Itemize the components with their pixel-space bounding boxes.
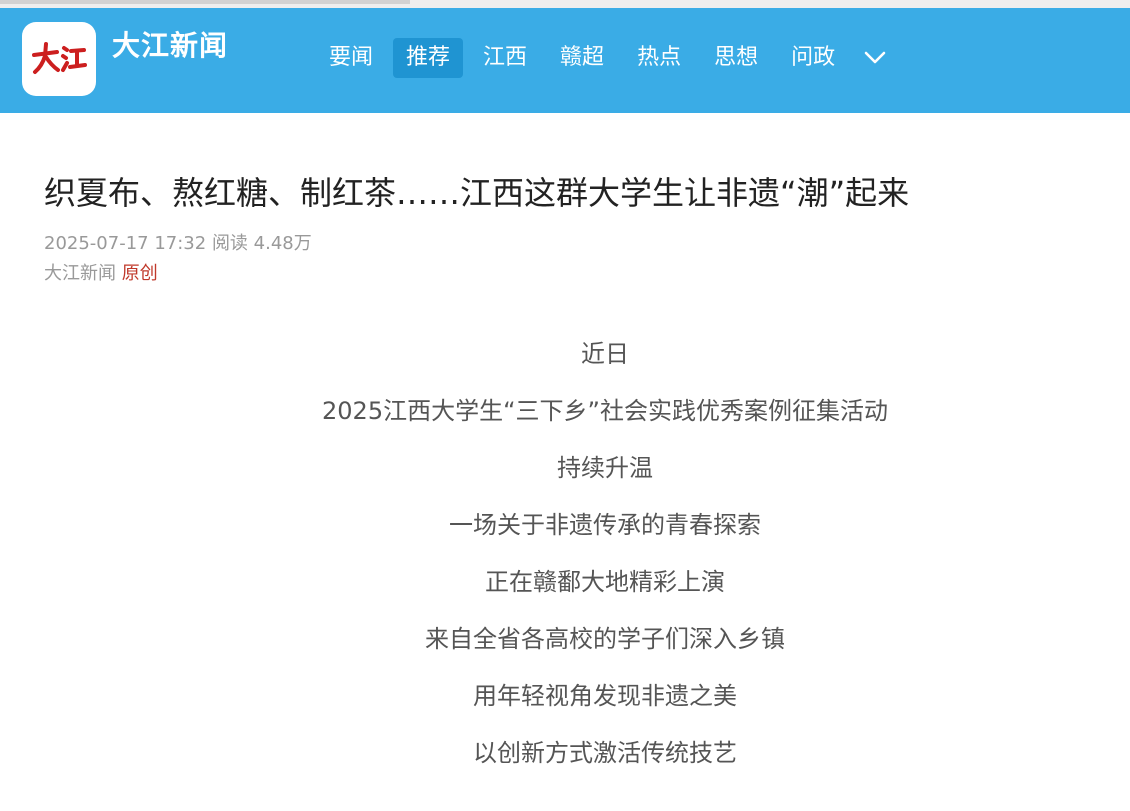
article-datetime-row: 2025-07-17 17:32 阅读 4.48万 [44, 229, 1084, 259]
article-paragraph: 持续升温 [557, 454, 653, 482]
article-paragraph: 来自全省各高校的学子们深入乡镇 [425, 625, 785, 653]
nav-tab-sixiang[interactable]: 思想 [701, 38, 771, 78]
article-header: 织夏布、熬红糖、制红茶……江西这群大学生让非遗“潮”起来 2025-07-17 … [44, 113, 1084, 289]
article-paragraph: 以创新方式激活传统技艺 [473, 739, 737, 767]
browser-top-strip [0, 0, 1130, 8]
article-source-row: 大江新闻 原创 [44, 259, 1084, 289]
read-label: 阅读 [211, 233, 248, 254]
scroll-indicator [0, 0, 410, 4]
article-paragraph: 近日 [581, 340, 629, 368]
logo-calligraphy-icon [32, 42, 87, 74]
site-logo[interactable] [22, 22, 96, 96]
article-paragraph: 一场关于非遗传承的青春探索 [449, 511, 761, 539]
article-source[interactable]: 大江新闻 [44, 263, 116, 284]
article-paragraph: 用年轻视角发现非遗之美 [473, 682, 737, 710]
nav-more-button[interactable] [855, 38, 895, 78]
main-nav: 要闻 推荐 江西 赣超 热点 思想 问政 [316, 38, 895, 78]
brand-name[interactable]: 大江新闻 [112, 28, 228, 64]
article-datetime: 2025-07-17 17:32 [44, 233, 207, 254]
article-meta: 2025-07-17 17:32 阅读 4.48万 大江新闻 原创 [44, 229, 1084, 289]
nav-tab-wenzheng[interactable]: 问政 [778, 38, 848, 78]
nav-tab-redian[interactable]: 热点 [624, 38, 694, 78]
read-count: 4.48万 [253, 233, 312, 254]
nav-tab-tuijian[interactable]: 推荐 [393, 38, 464, 78]
article-title: 织夏布、熬红糖、制红茶……江西这群大学生让非遗“潮”起来 [44, 174, 910, 212]
article-body: 近日 2025江西大学生“三下乡”社会实践优秀案例征集活动 持续升温 一场关于非… [0, 326, 1130, 782]
site-header: 大江新闻 要闻 推荐 江西 赣超 热点 思想 问政 [0, 8, 1130, 113]
nav-tab-jiangxi[interactable]: 江西 [470, 38, 540, 78]
nav-tab-ganchao[interactable]: 赣超 [547, 38, 617, 78]
nav-tab-yaowen[interactable]: 要闻 [316, 38, 386, 78]
chevron-down-icon [864, 51, 886, 64]
original-tag: 原创 [121, 263, 158, 284]
article-paragraph: 正在赣鄱大地精彩上演 [485, 568, 725, 596]
article-paragraph: 2025江西大学生“三下乡”社会实践优秀案例征集活动 [322, 397, 888, 425]
